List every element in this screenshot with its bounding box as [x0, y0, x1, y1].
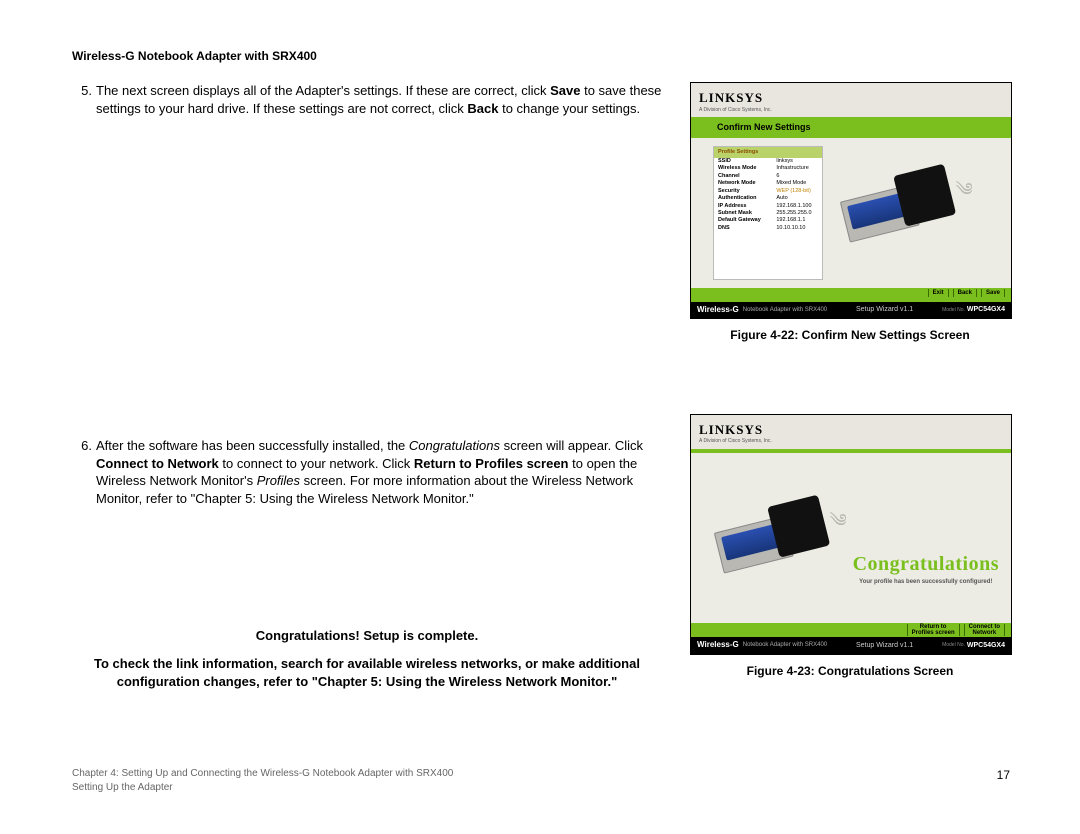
bar-model-2: WPC54GX4 — [967, 641, 1005, 650]
bar-desc-2: Notebook Adapter with SRX400 — [743, 641, 827, 649]
s6-m1: screen will appear. Click — [500, 438, 643, 453]
s5-back: Back — [467, 101, 498, 116]
bar-model-label: Model No. — [942, 307, 965, 314]
doc-header: Wireless-G Notebook Adapter with SRX400 — [72, 48, 1010, 64]
r6v: 192.168.1.100 — [772, 203, 822, 210]
step-5: 5. The next screen displays all of the A… — [72, 82, 662, 117]
s6-congrats: Congratulations — [409, 438, 500, 453]
r4v: WEP (128-bit) — [772, 188, 822, 195]
r8k: Default Gateway — [714, 217, 772, 224]
figure-2: LINKSYS A Division of Cisco Systems, Inc… — [690, 414, 1010, 679]
r7k: Subnet Mask — [714, 210, 772, 217]
r3k: Network Mode — [714, 180, 772, 187]
s5-pre: The next screen displays all of the Adap… — [96, 83, 550, 98]
footer-line2: Setting Up the Adapter — [72, 781, 1010, 795]
footer-line1: Chapter 4: Setting Up and Connecting the… — [72, 767, 1010, 781]
fig1-exit-button[interactable]: Exit — [928, 289, 949, 297]
s5-save: Save — [550, 83, 580, 98]
r0v: linksys — [772, 158, 822, 165]
profile-settings-head: Profile Settings — [714, 147, 822, 158]
congrats-line1: Congratulations! Setup is complete. — [72, 627, 662, 645]
r1k: Wireless Mode — [714, 165, 772, 172]
linksys-logo: LINKSYS — [699, 89, 1003, 107]
r9k: DNS — [714, 225, 772, 232]
s6-profiles: Profiles — [257, 473, 300, 488]
bar-model-label-2: Model No. — [942, 642, 965, 649]
fig1-back-button[interactable]: Back — [953, 289, 977, 297]
fig2-connect-button[interactable]: Connect to Network — [964, 624, 1005, 636]
bar-mid-2: Setup Wizard v1.1 — [827, 641, 942, 650]
profile-settings-panel: Profile Settings SSIDlinksys Wireless Mo… — [713, 146, 823, 280]
linksys-logo-2: LINKSYS — [699, 421, 1003, 439]
r6k: IP Address — [714, 203, 772, 210]
r0k: SSID — [714, 158, 772, 165]
s6-connect: Connect to Network — [96, 456, 219, 471]
fig1-title-band: Confirm New Settings — [691, 117, 1011, 137]
step-text-5: The next screen displays all of the Adap… — [96, 82, 662, 117]
r5v: Auto — [772, 195, 822, 202]
bar-wg-2: Wireless-G — [697, 640, 739, 651]
r2k: Channel — [714, 173, 772, 180]
linksys-sub: A Division of Cisco Systems, Inc. — [699, 107, 1003, 114]
step-text-6: After the software has been successfully… — [96, 437, 662, 507]
r9v: 10.10.10.10 — [772, 225, 822, 232]
fig2-return-button[interactable]: Return to Profiles screen — [907, 624, 960, 636]
linksys-sub-2: A Division of Cisco Systems, Inc. — [699, 438, 1003, 445]
bar-desc: Notebook Adapter with SRX400 — [743, 306, 827, 314]
bar-model: WPC54GX4 — [967, 305, 1005, 314]
r7v: 255.255.255.0 — [772, 210, 822, 217]
congrats-line2: To check the link information, search fo… — [72, 655, 662, 690]
congrats-block: Congratulations! Setup is complete. To c… — [72, 627, 662, 690]
wifi-icon-2: ༄ — [829, 508, 846, 532]
adapter-illustration: ༄ — [823, 138, 1011, 288]
page-number: 17 — [997, 767, 1010, 783]
r8v: 192.168.1.1 — [772, 217, 822, 224]
profile-settings-table: SSIDlinksys Wireless ModeInfrastructure … — [714, 158, 822, 232]
r5k: Authentication — [714, 195, 772, 202]
figure-2-caption: Figure 4-23: Congratulations Screen — [690, 663, 1010, 679]
s6-m2: to connect to your network. Click — [219, 456, 414, 471]
bar-mid: Setup Wizard v1.1 — [827, 305, 942, 314]
figure-1-caption: Figure 4-22: Confirm New Settings Screen — [690, 327, 1010, 343]
step-6: 6. After the software has been successfu… — [72, 437, 662, 507]
s6-pre: After the software has been successfully… — [96, 438, 409, 453]
r2v: 6 — [772, 173, 822, 180]
footer: Chapter 4: Setting Up and Connecting the… — [72, 767, 1010, 794]
s5-post: to change your settings. — [498, 101, 640, 116]
wifi-icon: ༄ — [955, 177, 972, 201]
r4k: Security — [714, 188, 772, 195]
congrats-big: Congratulations — [853, 551, 999, 578]
congrats-small: Your profile has been successfully confi… — [853, 578, 999, 586]
r3v: Mixed Mode — [772, 180, 822, 187]
r1v: Infrastructure — [772, 165, 822, 172]
fig1-save-button[interactable]: Save — [981, 289, 1005, 297]
bar-wg: Wireless-G — [697, 305, 739, 316]
figure-1: LINKSYS A Division of Cisco Systems, Inc… — [690, 82, 1010, 343]
s6-return: Return to Profiles screen — [414, 456, 569, 471]
step-num-6: 6. — [72, 437, 92, 507]
step-num-5: 5. — [72, 82, 92, 117]
